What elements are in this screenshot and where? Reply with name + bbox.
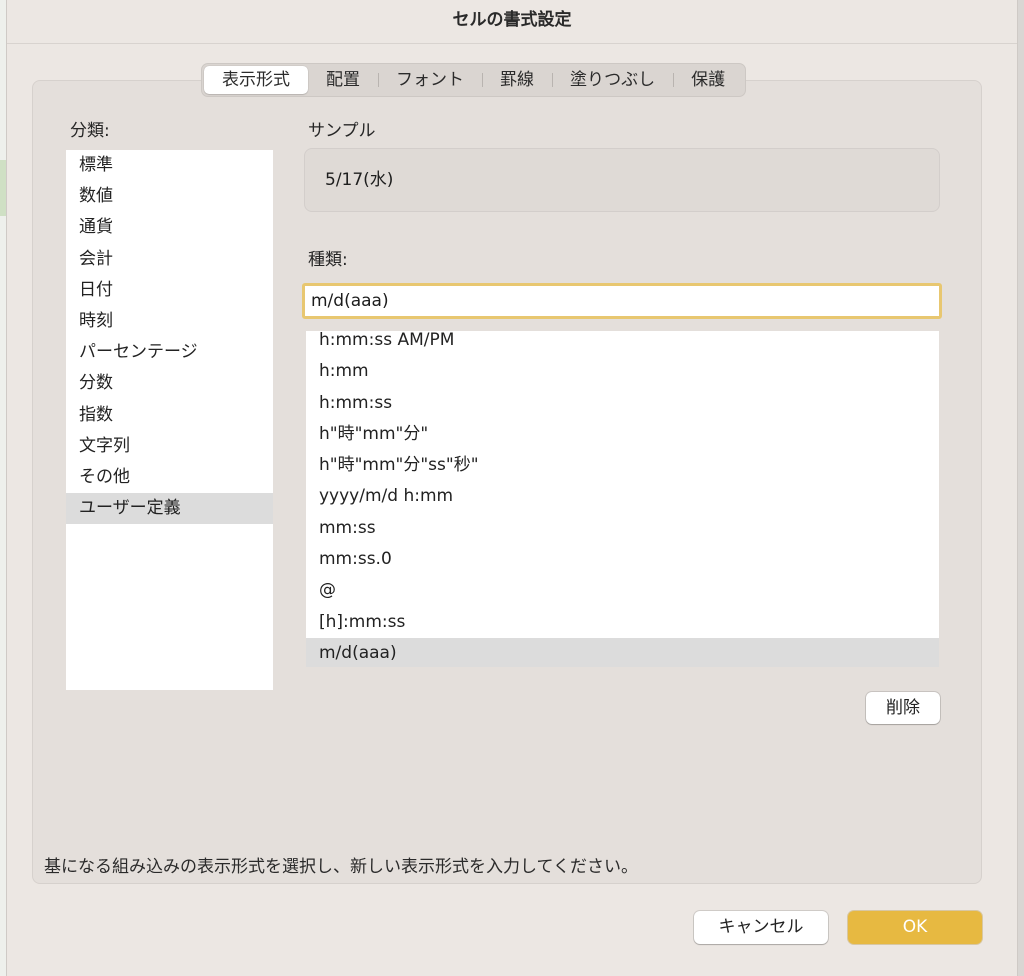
title-divider — [7, 43, 1017, 44]
format-type-item[interactable]: yyyy/m/d h:mm — [306, 481, 939, 512]
dialog-title: セルの書式設定 — [452, 10, 572, 30]
category-item[interactable]: 文字列 — [66, 431, 273, 462]
tab-number-format[interactable]: 表示形式 — [204, 66, 308, 94]
category-item[interactable]: パーセンテージ — [66, 337, 273, 368]
category-item[interactable]: 会計 — [66, 244, 273, 275]
sample-preview: 5/17(水) — [304, 148, 940, 212]
category-item[interactable]: 指数 — [66, 400, 273, 431]
category-item[interactable]: 数値 — [66, 181, 273, 212]
category-label: 分類: — [70, 121, 110, 141]
category-item[interactable]: 時刻 — [66, 306, 273, 337]
tab-font[interactable]: フォント — [378, 66, 482, 94]
category-item[interactable]: 標準 — [66, 150, 273, 181]
tab-protection[interactable]: 保護 — [673, 66, 743, 94]
category-item[interactable]: 分数 — [66, 368, 273, 399]
format-type-item[interactable]: h:mm — [306, 356, 939, 387]
type-label: 種類: — [308, 250, 348, 270]
format-type-item[interactable]: [h]:mm:ss — [306, 607, 939, 638]
format-type-item[interactable]: mm:ss — [306, 513, 939, 544]
format-type-item[interactable]: @ — [306, 575, 939, 606]
tab-alignment[interactable]: 配置 — [308, 66, 378, 94]
category-item[interactable]: 日付 — [66, 275, 273, 306]
tab-border[interactable]: 罫線 — [482, 66, 552, 94]
format-type-item[interactable]: m/d(aaa) — [306, 637, 939, 667]
category-list[interactable]: 標準 数値 通貨 会計 日付 時刻 パーセンテージ 分数 指数 文字列 その他 ユーザー定義 — [66, 150, 273, 690]
sample-value: 5/17(水) — [325, 170, 394, 190]
format-type-item[interactable]: mm:ss.0 — [306, 544, 939, 575]
delete-button[interactable]: 削除 — [866, 692, 940, 724]
format-type-item[interactable]: h"時"mm"分"ss"秒" — [306, 450, 939, 481]
format-type-item[interactable]: h:mm:ss AM/PM — [306, 331, 939, 356]
format-type-list[interactable]: h:mm:ss AM/PM h:mm h:mm:ss h"時"mm"分" h"時"mm"… — [306, 331, 939, 667]
category-item[interactable]: 通貨 — [66, 212, 273, 243]
category-item[interactable]: ユーザー定義 — [66, 493, 273, 525]
ok-button[interactable]: OK — [848, 911, 982, 944]
format-code-input[interactable] — [302, 283, 942, 319]
sample-label: サンプル — [308, 121, 376, 141]
category-item[interactable]: その他 — [66, 462, 273, 493]
instruction-text: 基になる組み込みの表示形式を選択し、新しい表示形式を入力してください。 — [44, 857, 638, 877]
tab-bar: 表示形式 配置 フォント 罫線 塗りつぶし 保護 — [201, 63, 747, 97]
format-type-item[interactable]: h"時"mm"分" — [306, 419, 939, 450]
cancel-button[interactable]: キャンセル — [694, 911, 828, 944]
tab-fill[interactable]: 塗りつぶし — [552, 66, 673, 94]
format-type-item[interactable]: h:mm:ss — [306, 388, 939, 419]
